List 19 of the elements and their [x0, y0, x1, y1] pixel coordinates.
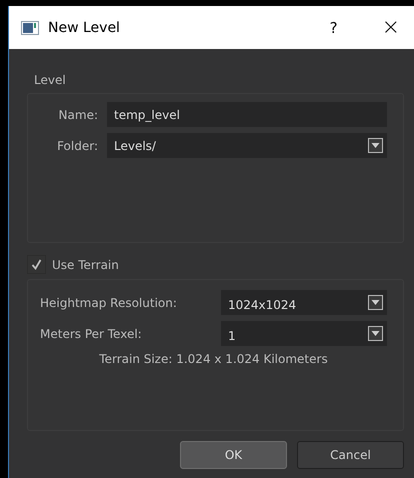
close-button[interactable]: × — [382, 15, 400, 40]
check-icon — [31, 259, 42, 270]
field-label: Meters Per Texel: — [40, 326, 143, 340]
folder-dropdown[interactable]: Levels/ — [107, 133, 387, 158]
field-label: Folder: — [56, 138, 99, 152]
dropdown[interactable]: 1024x1024 — [221, 290, 387, 315]
checkbox-label: Use Terrain — [52, 258, 119, 272]
dropdown[interactable]: 1 — [221, 321, 387, 346]
field-label: Heightmap Resolution: — [40, 296, 178, 310]
group-title: Level — [34, 73, 67, 87]
field-label: Name: — [58, 108, 99, 122]
use-terrain-checkbox[interactable] — [27, 255, 46, 274]
dialog-button[interactable]: OK — [180, 441, 287, 469]
app-icon — [21, 20, 39, 34]
dialog-button[interactable]: Cancel — [297, 441, 404, 469]
window-title: New Level — [48, 20, 121, 36]
terrain-size-text: Terrain Size: 1.024 x 1.024 Kilometers — [98, 352, 329, 366]
name-input[interactable]: temp_level — [107, 102, 387, 127]
help-button[interactable]: ? — [330, 18, 338, 36]
